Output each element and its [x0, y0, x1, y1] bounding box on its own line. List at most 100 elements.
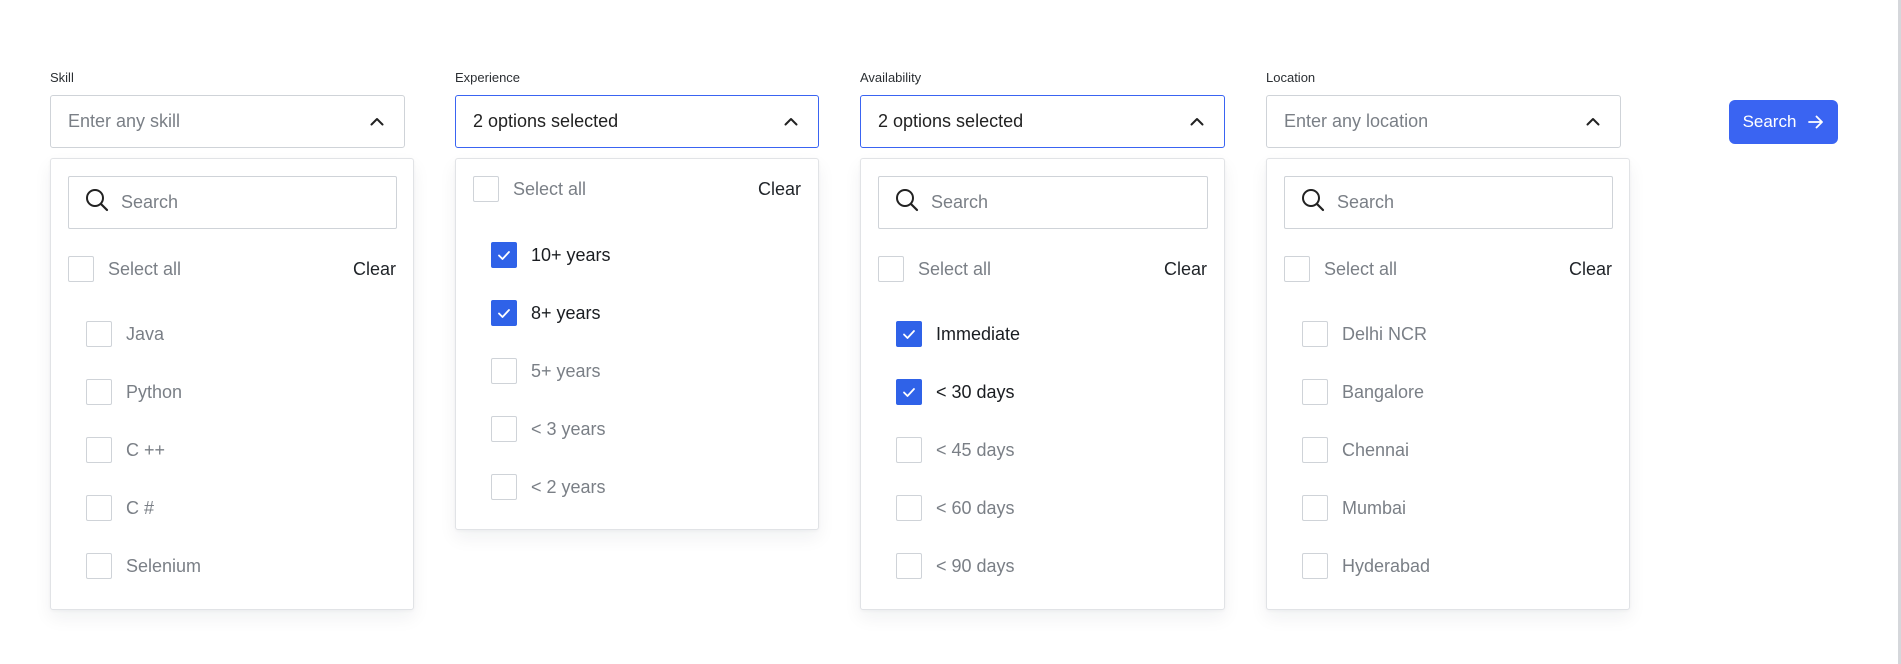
availability-dropdown-panel: Select all Clear Immediate < 30 days < 4… [860, 158, 1225, 610]
checkmark-icon [498, 308, 510, 318]
skill-option-checkbox[interactable] [86, 495, 112, 521]
experience-option-checkbox[interactable] [491, 300, 517, 326]
availability-option-label: < 45 days [936, 439, 1015, 460]
location-search-box[interactable] [1284, 176, 1613, 229]
availability-option-checkbox[interactable] [896, 553, 922, 579]
experience-option[interactable]: 8+ years [491, 299, 601, 327]
search-icon [85, 188, 109, 217]
availability-option[interactable]: < 30 days [896, 378, 1015, 406]
experience-select-all-label: Select all [513, 178, 587, 199]
location-select[interactable]: Enter any location [1266, 95, 1621, 148]
availability-select-all-row: Select all Clear [878, 255, 1207, 283]
experience-option-checkbox[interactable] [491, 416, 517, 442]
skill-option[interactable]: Selenium [86, 552, 201, 580]
availability-option-checkbox[interactable] [896, 437, 922, 463]
skill-option[interactable]: Python [86, 378, 182, 406]
skill-option-label: Java [126, 323, 165, 344]
skill-select-all-label: Select all [108, 258, 182, 279]
location-option[interactable]: Hyderabad [1302, 552, 1430, 580]
experience-option[interactable]: 5+ years [491, 357, 601, 385]
experience-option[interactable]: < 2 years [491, 473, 606, 501]
skill-option[interactable]: C ++ [86, 436, 165, 464]
skill-option[interactable]: C # [86, 494, 154, 522]
availability-option[interactable]: Immediate [896, 320, 1020, 348]
availability-option-label: < 90 days [936, 555, 1015, 576]
availability-filter: Availability 2 options selected [860, 69, 1225, 148]
skill-select-all-checkbox[interactable] [68, 256, 94, 282]
availability-select[interactable]: 2 options selected [860, 95, 1225, 148]
location-option-label: Hyderabad [1342, 555, 1431, 576]
experience-clear-button[interactable]: Clear [758, 179, 801, 200]
experience-option-checkbox[interactable] [491, 242, 517, 268]
experience-option-label: 10+ years [531, 244, 611, 265]
availability-option[interactable]: < 90 days [896, 552, 1015, 580]
location-select-all-label: Select all [1324, 258, 1398, 279]
skill-filter: Skill Enter any skill [50, 69, 405, 148]
experience-select-all-checkbox[interactable] [473, 176, 499, 202]
experience-select[interactable]: 2 options selected [455, 95, 819, 148]
location-option-checkbox[interactable] [1302, 321, 1328, 347]
location-option[interactable]: Mumbai [1302, 494, 1406, 522]
location-option-label: Chennai [1342, 439, 1410, 460]
location-option-checkbox[interactable] [1302, 553, 1328, 579]
location-option[interactable]: Bangalore [1302, 378, 1424, 406]
chevron-up-icon [1584, 113, 1602, 131]
location-option-checkbox[interactable] [1302, 495, 1328, 521]
availability-search-input[interactable] [931, 192, 1151, 213]
search-icon [1301, 188, 1325, 217]
experience-select-all-row: Select all Clear [473, 175, 801, 203]
availability-select-value: 2 options selected [878, 111, 1024, 131]
search-icon [895, 188, 919, 217]
skill-select-all-row: Select all Clear [68, 255, 396, 283]
availability-select-all-checkbox[interactable] [878, 256, 904, 282]
location-option[interactable]: Chennai [1302, 436, 1409, 464]
skill-dropdown-panel: Select all Clear Java Python C ++ C # Se… [50, 158, 414, 610]
chevron-up-icon [1188, 113, 1206, 131]
skill-search-box[interactable] [68, 176, 397, 229]
availability-option-checkbox[interactable] [896, 321, 922, 347]
experience-option-checkbox[interactable] [491, 474, 517, 500]
availability-clear-button[interactable]: Clear [1164, 259, 1207, 280]
availability-option[interactable]: < 60 days [896, 494, 1015, 522]
experience-option-label: 8+ years [531, 302, 601, 323]
availability-option-checkbox[interactable] [896, 495, 922, 521]
experience-option-checkbox[interactable] [491, 358, 517, 384]
experience-option[interactable]: < 3 years [491, 415, 606, 443]
location-select-all-row: Select all Clear [1284, 255, 1612, 283]
search-button-label: Search [1742, 112, 1797, 131]
skill-clear-button[interactable]: Clear [353, 259, 396, 280]
location-option[interactable]: Delhi NCR [1302, 320, 1427, 348]
availability-select-all-label: Select all [918, 258, 992, 279]
location-search-input[interactable] [1337, 192, 1557, 213]
experience-option[interactable]: 10+ years [491, 241, 611, 269]
location-option-checkbox[interactable] [1302, 437, 1328, 463]
skill-option-label: Selenium [126, 555, 202, 576]
skill-option-checkbox[interactable] [86, 379, 112, 405]
skill-option[interactable]: Java [86, 320, 164, 348]
skill-option-checkbox[interactable] [86, 321, 112, 347]
skill-option-checkbox[interactable] [86, 437, 112, 463]
availability-search-box[interactable] [878, 176, 1208, 229]
location-clear-button[interactable]: Clear [1569, 259, 1612, 280]
availability-option[interactable]: < 45 days [896, 436, 1015, 464]
experience-label: Experience [455, 70, 521, 85]
experience-dropdown-panel: Select all Clear 10+ years 8+ years 5+ y… [455, 158, 819, 530]
location-option-label: Delhi NCR [1342, 323, 1428, 344]
skill-option-label: Python [126, 381, 183, 402]
location-option-checkbox[interactable] [1302, 379, 1328, 405]
location-select-all-checkbox[interactable] [1284, 256, 1310, 282]
skill-search-input[interactable] [121, 192, 341, 213]
location-dropdown-panel: Select all Clear Delhi NCR Bangalore Che… [1266, 158, 1630, 610]
experience-option-label: 5+ years [531, 360, 601, 381]
experience-filter: Experience 2 options selected [455, 69, 819, 148]
checkmark-icon [903, 329, 915, 339]
skill-label: Skill [50, 70, 74, 85]
skill-select[interactable]: Enter any skill [50, 95, 405, 148]
location-label: Location [1266, 70, 1316, 85]
availability-option-checkbox[interactable] [896, 379, 922, 405]
availability-option-label: < 60 days [936, 497, 1015, 518]
search-button[interactable]: Search [1729, 100, 1838, 144]
skill-option-checkbox[interactable] [86, 553, 112, 579]
availability-option-label: < 30 days [936, 381, 1015, 402]
checkmark-icon [498, 250, 510, 260]
